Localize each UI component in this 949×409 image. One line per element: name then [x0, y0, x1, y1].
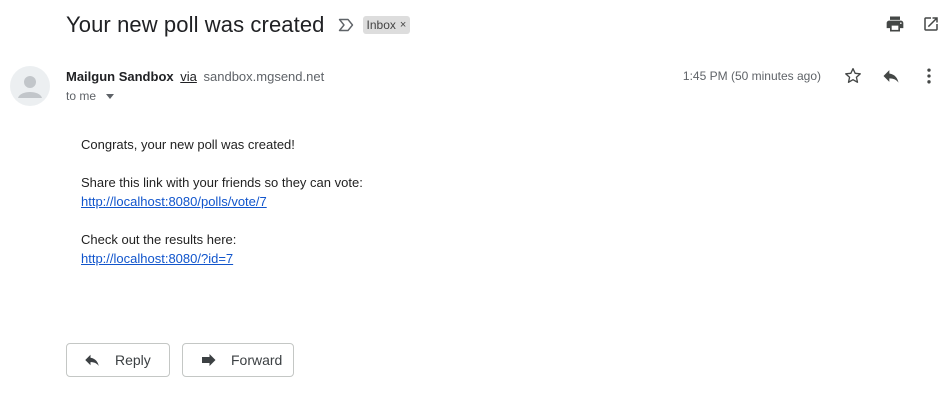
print-icon[interactable]	[885, 14, 905, 34]
results-link[interactable]: http://localhost:8080/?id=7	[81, 251, 233, 266]
inbox-label-chip[interactable]: Inbox ×	[362, 16, 411, 34]
sender-avatar[interactable]	[10, 66, 50, 106]
star-icon[interactable]	[843, 66, 863, 86]
reply-button[interactable]: Reply	[66, 343, 170, 377]
forward-icon	[199, 351, 217, 369]
reply-actions: Reply Forward	[66, 343, 294, 377]
forward-button-label: Forward	[231, 352, 283, 368]
email-subject: Your new poll was created	[66, 12, 325, 37]
inbox-label-text: Inbox	[366, 18, 396, 32]
body-line: Check out the results here:	[81, 232, 237, 247]
recipient-line: to me	[66, 89, 115, 103]
more-vert-icon[interactable]	[919, 66, 939, 86]
person-avatar-icon	[18, 76, 42, 98]
open-in-new-window-icon[interactable]	[921, 14, 941, 34]
sender-domain: sandbox.mgsend.net	[203, 69, 325, 84]
vote-link[interactable]: http://localhost:8080/polls/vote/7	[81, 194, 267, 209]
top-actions	[885, 14, 941, 34]
recipient-text: to me	[66, 89, 97, 103]
reply-icon[interactable]	[881, 66, 901, 86]
message-body: Congrats, your new poll was created! Sha…	[81, 135, 363, 268]
reply-icon	[83, 351, 101, 369]
chevron-down-icon[interactable]	[106, 94, 115, 99]
message-timestamp: 1:45 PM (50 minutes ago)	[682, 69, 821, 83]
forward-button[interactable]: Forward	[182, 343, 294, 377]
body-line: Congrats, your new poll was created!	[81, 137, 295, 152]
sender-name[interactable]: Mailgun Sandbox	[66, 69, 174, 84]
message-meta: 1:45 PM (50 minutes ago)	[683, 66, 939, 86]
via-link[interactable]: via	[180, 69, 197, 84]
reply-button-label: Reply	[115, 352, 151, 368]
sender-line: Mailgun Sandbox via sandbox.mgsend.net	[66, 69, 324, 84]
subject-row: Your new poll was created Inbox ×	[66, 8, 411, 42]
remove-label-icon[interactable]: ×	[400, 19, 406, 31]
body-line: Share this link with your friends so the…	[81, 175, 363, 190]
label-importance-icon[interactable]	[337, 16, 355, 34]
email-view: Your new poll was created Inbox × Mailgu…	[0, 0, 949, 409]
